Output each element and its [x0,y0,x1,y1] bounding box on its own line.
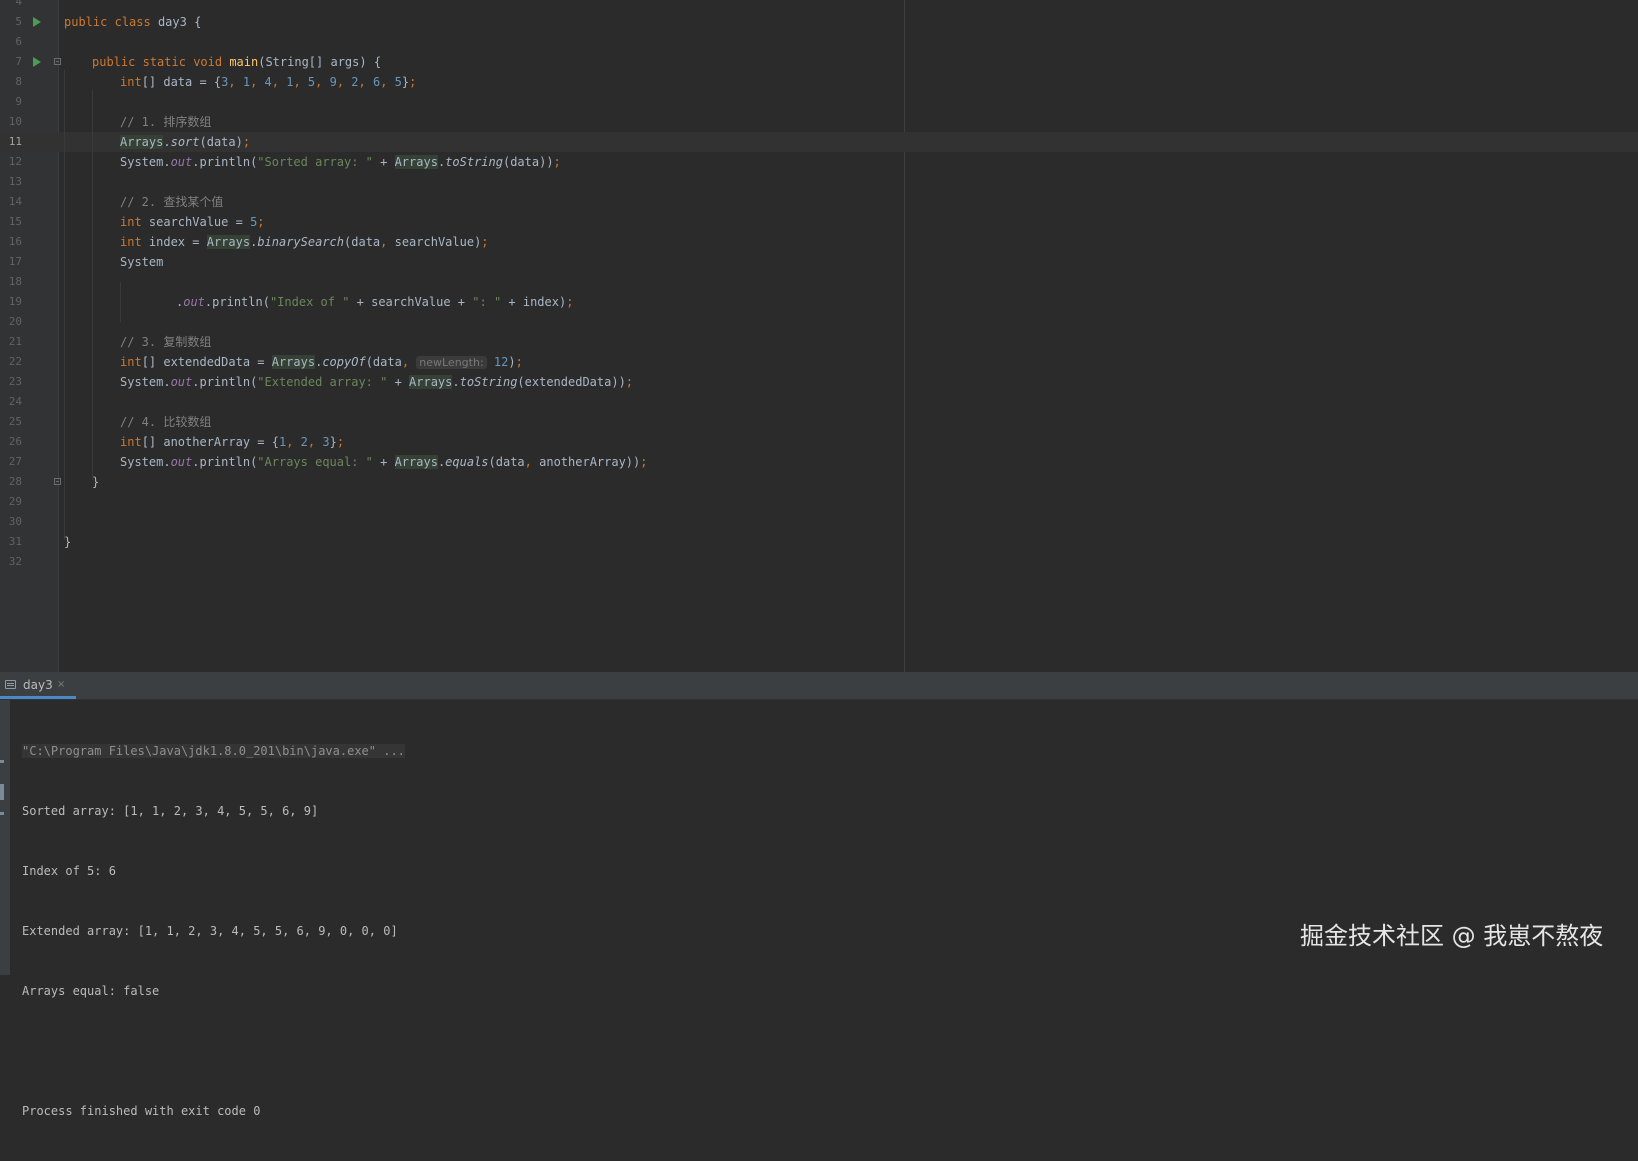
code-line-7[interactable]: public static void main(String[] args) { [92,52,381,72]
editor-line-row: 30 [0,512,1638,532]
code-line-10[interactable]: // 1. 排序数组 [120,112,211,132]
console-icon [5,680,16,689]
code-line-8[interactable]: int[] data = {3, 1, 4, 1, 5, 9, 2, 6, 5}… [120,72,416,92]
line-number: 29 [8,495,22,508]
code-line-25[interactable]: // 4. 比较数组 [120,412,211,432]
editor-line-row: 10 [0,112,1638,132]
editor-line-row: 20 [0,312,1638,332]
code-line-23[interactable]: System.out.println("Extended array: " + … [120,372,633,392]
console-output[interactable]: "C:\Program Files\Java\jdk1.8.0_201\bin\… [22,701,405,1161]
run-gutter-icon[interactable] [33,57,41,67]
line-number: 4 [15,0,22,8]
line-number: 17 [8,255,22,268]
line-number: 6 [15,35,22,48]
line-number: 19 [8,295,22,308]
line-number: 8 [15,75,22,88]
line-number: 5 [15,15,22,28]
line-number: 28 [8,475,22,488]
code-line-27[interactable]: System.out.println("Arrays equal: " + Ar… [120,452,648,472]
console-line: Index of 5: 6 [22,864,116,878]
run-toolbar[interactable] [0,700,10,975]
editor-line-row: 29 [0,492,1638,512]
toolbar-marker [0,812,4,815]
editor-line-row: 32 [0,552,1638,572]
editor-line-row: 24 [0,392,1638,412]
console-line: Extended array: [1, 1, 2, 3, 4, 5, 5, 6,… [22,924,398,938]
code-line-15[interactable]: int searchValue = 5; [120,212,265,232]
code-editor[interactable]: 4 5 6 7 8 9 10 11 12 13 14 15 16 17 18 19 20 21 22 23 24 25 26… [0,0,1638,672]
parameter-hint: newLength: [416,356,487,369]
line-number: 11 [8,135,22,148]
line-number: 9 [15,95,22,108]
console-exit-line: Process finished with exit code 0 [22,1104,261,1118]
line-number: 20 [8,315,22,328]
editor-line-row: 13 [0,172,1638,192]
editor-line-row: 14 [0,192,1638,212]
editor-line-row: 9 [0,92,1638,112]
line-number: 7 [15,55,22,68]
console-line: Sorted array: [1, 1, 2, 3, 4, 5, 5, 6, 9… [22,804,319,818]
run-tab-bar: day3 × [0,673,1638,700]
fold-icon[interactable] [54,478,61,485]
console-command-line[interactable]: "C:\Program Files\Java\jdk1.8.0_201\bin\… [22,744,405,758]
code-line-11[interactable]: Arrays.sort(data); [120,132,250,152]
code-line-5[interactable]: public class day3 { [64,12,201,32]
toolbar-marker [0,784,4,800]
watermark: 掘金技术社区 @ 我崽不熬夜 [1300,922,1604,950]
editor-line-row: 28 [0,472,1638,492]
editor-line-row: 4 [0,0,1638,12]
code-line-31[interactable]: } [64,532,71,552]
console-line: Arrays equal: false [22,984,160,998]
editor-line-row: 25 [0,412,1638,432]
code-line-26[interactable]: int[] anotherArray = {1, 2, 3}; [120,432,344,452]
indent-guide [120,282,121,322]
toolbar-marker [0,760,4,763]
run-tab-day3[interactable]: day3 × [0,673,76,699]
code-line-21[interactable]: // 3. 复制数组 [120,332,211,352]
line-number: 21 [8,335,22,348]
line-number: 25 [8,415,22,428]
line-number: 13 [8,175,22,188]
close-icon[interactable]: × [57,673,65,697]
indent-guide [92,90,93,480]
editor-line-row: 6 [0,32,1638,52]
code-line-12[interactable]: System.out.println("Sorted array: " + Ar… [120,152,561,172]
run-gutter-icon[interactable] [33,17,41,27]
run-tab-label: day3 [23,678,53,692]
line-number: 24 [8,395,22,408]
line-number: 27 [8,455,22,468]
code-line-19[interactable]: .out.println("Index of " + searchValue +… [176,292,573,312]
line-number: 15 [8,215,22,228]
code-line-14[interactable]: // 2. 查找某个值 [120,192,223,212]
line-number: 26 [8,435,22,448]
line-number: 31 [8,535,22,548]
fold-icon[interactable] [54,58,61,65]
editor-line-row: 5 [0,12,1638,32]
editor-line-row: 31 [0,532,1638,552]
code-line-17[interactable]: System [120,252,163,272]
line-number: 32 [8,555,22,568]
line-number: 10 [8,115,22,128]
code-line-16[interactable]: int index = Arrays.binarySearch(data, se… [120,232,489,252]
editor-line-row: 17 [0,252,1638,272]
line-number: 12 [8,155,22,168]
line-number: 16 [8,235,22,248]
editor-line-row: 18 [0,272,1638,292]
indent-guide [64,70,65,540]
editor-line-row: 21 [0,332,1638,352]
line-number: 23 [8,375,22,388]
code-line-28[interactable]: } [92,472,99,492]
line-number: 14 [8,195,22,208]
line-number: 30 [8,515,22,528]
line-number: 18 [8,275,22,288]
code-line-22[interactable]: int[] extendedData = Arrays.copyOf(data,… [120,352,523,373]
line-number: 22 [8,355,22,368]
